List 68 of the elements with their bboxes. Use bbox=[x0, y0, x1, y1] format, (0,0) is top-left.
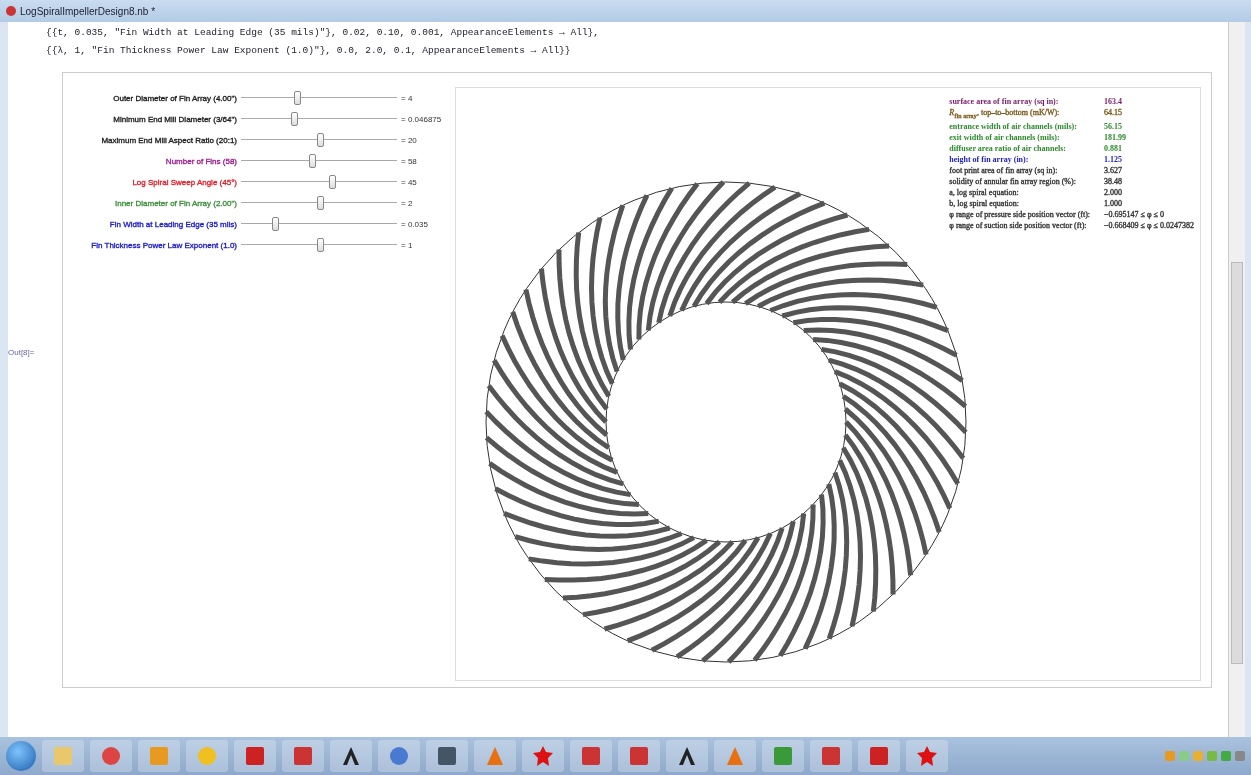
tile-icon bbox=[821, 746, 841, 766]
result-value: −0.668409 ≤ φ ≤ 0.0247382 bbox=[1104, 219, 1194, 231]
result-label: φ range of suction side position vector (ft): bbox=[949, 219, 1088, 231]
taskbar-button[interactable] bbox=[666, 740, 708, 772]
output-label: Out[8]= bbox=[8, 348, 35, 357]
tile-icon bbox=[581, 746, 601, 766]
slider-reading: = 58 bbox=[401, 156, 417, 166]
star-icon bbox=[533, 746, 553, 766]
result-value: 3.627 bbox=[1104, 164, 1124, 176]
slider-reading: = 1 bbox=[401, 240, 413, 250]
result-value: 2.000 bbox=[1104, 186, 1124, 198]
star-icon bbox=[917, 746, 937, 766]
slider-thumb[interactable] bbox=[317, 133, 325, 147]
result-label: exit width of air channels (mils): bbox=[949, 131, 1061, 143]
result-label: b, log spiral equation: bbox=[949, 197, 1021, 209]
result-value: 1.125 bbox=[1104, 153, 1124, 165]
result-value: 56.15 bbox=[1104, 120, 1124, 132]
slider-reading: = 45 bbox=[401, 177, 417, 187]
slider-thumb[interactable] bbox=[271, 217, 279, 231]
result-label: height of fin array (in): bbox=[949, 153, 1030, 165]
result-value: 1.000 bbox=[1104, 197, 1124, 209]
result-label: surface area of fin array (sq in): bbox=[949, 96, 1060, 107]
chevron-icon bbox=[341, 746, 361, 766]
result-value: 163.4 bbox=[1104, 96, 1124, 107]
scrollbar[interactable] bbox=[1228, 22, 1245, 737]
slider-label: Log Spiral Sweep Angle (45°) bbox=[131, 177, 237, 187]
result-value: 64.15 bbox=[1104, 107, 1124, 119]
slider-reading: = 4 bbox=[401, 93, 413, 103]
slider-thumb[interactable] bbox=[290, 112, 298, 126]
result-label: φ range of pressure side position vector (ft): bbox=[949, 208, 1091, 220]
slider-thumb[interactable] bbox=[317, 196, 325, 210]
cone-icon bbox=[725, 746, 745, 766]
result-value: 181.99 bbox=[1104, 131, 1128, 143]
slider-thumb[interactable] bbox=[293, 91, 301, 105]
result-label: entrance width of air channels (mils): bbox=[949, 120, 1078, 132]
slider-label: Inner Diameter of Fin Array (2.00") bbox=[114, 198, 237, 208]
slider-label: Fin Thickness Power Law Exponent (1.0) bbox=[90, 240, 237, 250]
result-label: diffuser area ratio of air channels: bbox=[949, 142, 1067, 154]
slider-thumb[interactable] bbox=[308, 154, 316, 168]
result-label: a, log spiral equation: bbox=[949, 186, 1020, 198]
tile-icon bbox=[629, 746, 649, 766]
app-icon bbox=[6, 6, 16, 16]
code-line: {{t, 0.035, "Fin Width at Leading Edge (35 mils)"}, 0.02, 0.10, 0.001, AppearanceElements → All}, bbox=[45, 26, 600, 40]
slider-reading: = 2 bbox=[401, 198, 413, 208]
slider-label: Minimum End Mill Diameter (3/64") bbox=[112, 114, 237, 124]
slider-label: Fin Width at Leading Edge (35 mils) bbox=[108, 219, 237, 229]
code-line: {{λ, 1, "Fin Thickness Power Law Exponent (1.0)"}, 0.0, 2.0, 0.1, AppearanceElements → All}} bbox=[45, 44, 572, 58]
slider-label: Maximum End Mill Aspect Ratio (20:1) bbox=[100, 135, 237, 145]
slider-reading: = 20 bbox=[401, 135, 417, 145]
cone-icon bbox=[485, 746, 505, 766]
result-label: R$_{fin array}$, top–to–bottom (mK/W): bbox=[949, 107, 1061, 121]
slider-label: Outer Diameter of Fin Array (4.00") bbox=[112, 93, 237, 103]
slider-label: Number of Fins (58) bbox=[164, 156, 237, 166]
start-button[interactable] bbox=[6, 741, 36, 771]
window-title: LogSpiralImpellerDesign8.nb * bbox=[20, 5, 156, 17]
slider-reading: = 0.035 bbox=[401, 219, 428, 229]
chevron-icon bbox=[677, 746, 697, 766]
result-label: solidity of annular fin array region (%): bbox=[949, 175, 1077, 187]
taskbar-button[interactable] bbox=[330, 740, 372, 772]
result-label: foot print area of fin array (sq in): bbox=[949, 164, 1059, 176]
slider-thumb[interactable] bbox=[329, 175, 337, 189]
slider-reading: = 0.046875 bbox=[401, 114, 442, 124]
taskbar-button[interactable] bbox=[426, 740, 468, 772]
tile-icon bbox=[293, 746, 313, 766]
result-value: −0.695147 ≤ φ ≤ 0 bbox=[1104, 208, 1165, 220]
result-value: 38.48 bbox=[1104, 175, 1124, 187]
slider-thumb[interactable] bbox=[317, 238, 325, 252]
result-value: 0.881 bbox=[1104, 142, 1124, 154]
